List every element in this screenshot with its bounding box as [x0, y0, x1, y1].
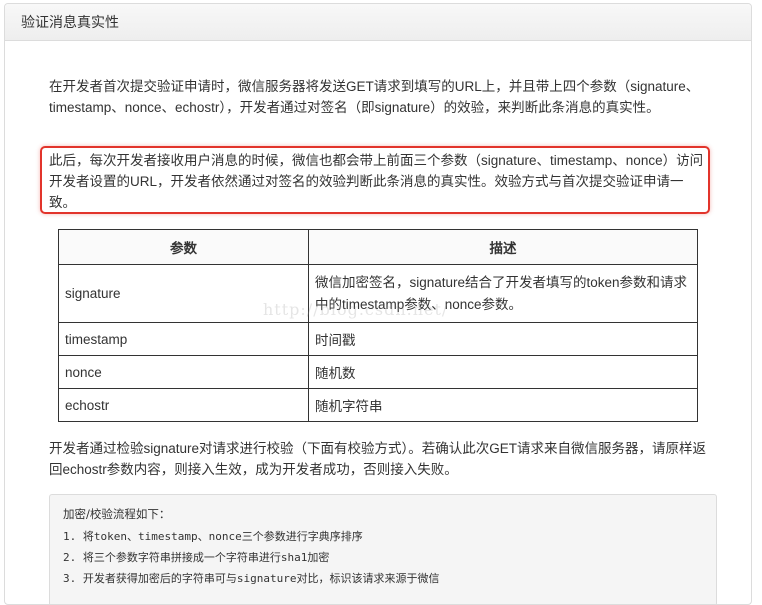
panel-title: 验证消息真实性 [5, 4, 751, 41]
watermark: http://blog.csdn.net/ [263, 300, 449, 319]
table-row: timestamp 时间戳 [58, 322, 698, 356]
param-name: timestamp [58, 322, 309, 356]
param-name: nonce [58, 355, 309, 389]
table-row: echostr 随机字符串 [58, 388, 698, 422]
param-desc: 随机数 [308, 355, 698, 389]
code-title: 加密/校验流程如下： [63, 507, 171, 521]
table-header-desc: 描述 [308, 229, 698, 265]
code-line: 3. 开发者获得加密后的字符串可与signature对比，标识该请求来源于微信 [63, 572, 440, 585]
table-row: nonce 随机数 [58, 355, 698, 389]
code-line: 2. 将三个参数字符串拼接成一个字符串进行sha1加密 [63, 551, 330, 564]
params-table: 参数 描述 signature 微信加密签名，signature结合了开发者填写… [58, 229, 698, 422]
content-panel: 验证消息真实性 在开发者首次提交验证申请时，微信服务器将发送GET请求到填写的U… [4, 3, 752, 605]
verify-paragraph: 开发者通过检验signature对请求进行校验（下面有校验方式）。若确认此次GE… [49, 441, 707, 477]
highlight-paragraph: 此后，每次开发者接收用户消息的时候，微信也都会带上前面三个参数（signatur… [49, 153, 704, 210]
table-header-row: 参数 描述 [58, 229, 698, 265]
param-name: echostr [58, 388, 309, 422]
code-line: 1. 将token、timestamp、nonce三个参数进行字典序排序 [63, 530, 363, 543]
intro-paragraph: 在开发者首次提交验证申请时，微信服务器将发送GET请求到填写的URL上，并且带上… [49, 79, 700, 115]
table-header-param: 参数 [58, 229, 309, 265]
code-block: 加密/校验流程如下： 1. 将token、timestamp、nonce三个参数… [49, 494, 717, 604]
param-desc: 随机字符串 [308, 388, 698, 422]
param-desc: 时间戳 [308, 322, 698, 356]
